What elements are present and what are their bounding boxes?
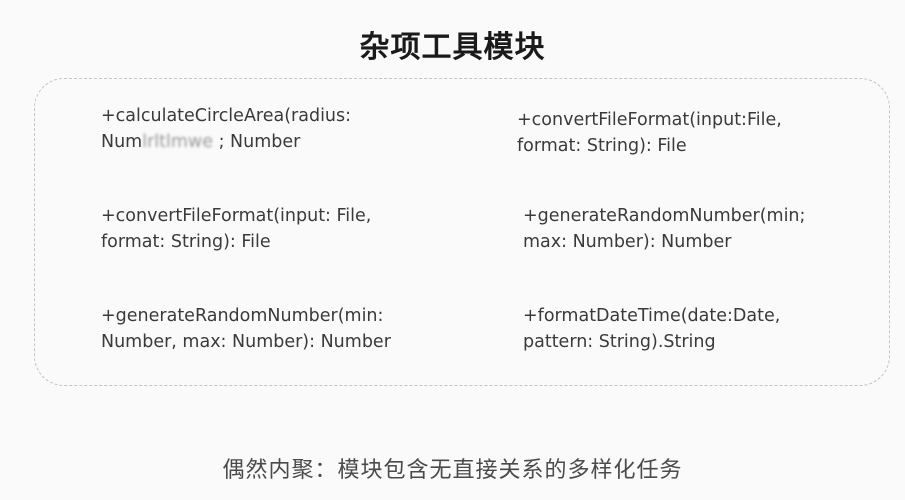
method-signature-line: format: String): File (101, 232, 271, 252)
method-signature-line: +generateRandomNumber(min; (523, 206, 806, 226)
method-signature-line: +convertFileFormat(input:File, (517, 110, 782, 130)
method-format-date-time: +formatDateTime(date:Date, pattern: Stri… (523, 303, 780, 355)
method-generate-random-number: +generateRandomNumber(min; max: Number):… (523, 203, 805, 255)
method-signature-line: Number, max: Number): Number (101, 332, 391, 352)
method-convert-file-format: +convertFileFormat(input:File, format: S… (517, 107, 782, 159)
method-signature-line: +generateRandomNumber(min: (101, 306, 384, 326)
method-signature-line: pattern: String).String (523, 332, 716, 352)
method-signature-line: format: String): File (517, 136, 687, 156)
method-signature-line: Numlrltlmwe ; Number (101, 129, 351, 155)
method-signature-line: +convertFileFormat(input: File, (101, 206, 372, 226)
method-signature-line: +calculateCircleArea(radius: (101, 106, 352, 126)
blurred-text: lrltlmwe (142, 132, 214, 152)
method-calculate-circle-area: +calculateCircleArea(radius: Numlrltlmwe… (101, 103, 351, 155)
method-generate-random-number: +generateRandomNumber(min: Number, max: … (101, 303, 391, 355)
method-signature-line: max: Number): Number (523, 232, 732, 252)
method-convert-file-format: +convertFileFormat(input: File, format: … (101, 203, 371, 255)
diagram-caption: 偶然内聚：模块包含无直接关系的多样化任务 (222, 458, 683, 483)
module-title: 杂项工具模块 (359, 30, 546, 65)
method-signature-line: +formatDateTime(date:Date, (523, 306, 781, 326)
method-param-type: Num (101, 132, 143, 152)
method-return-type: ; Number (213, 132, 301, 152)
